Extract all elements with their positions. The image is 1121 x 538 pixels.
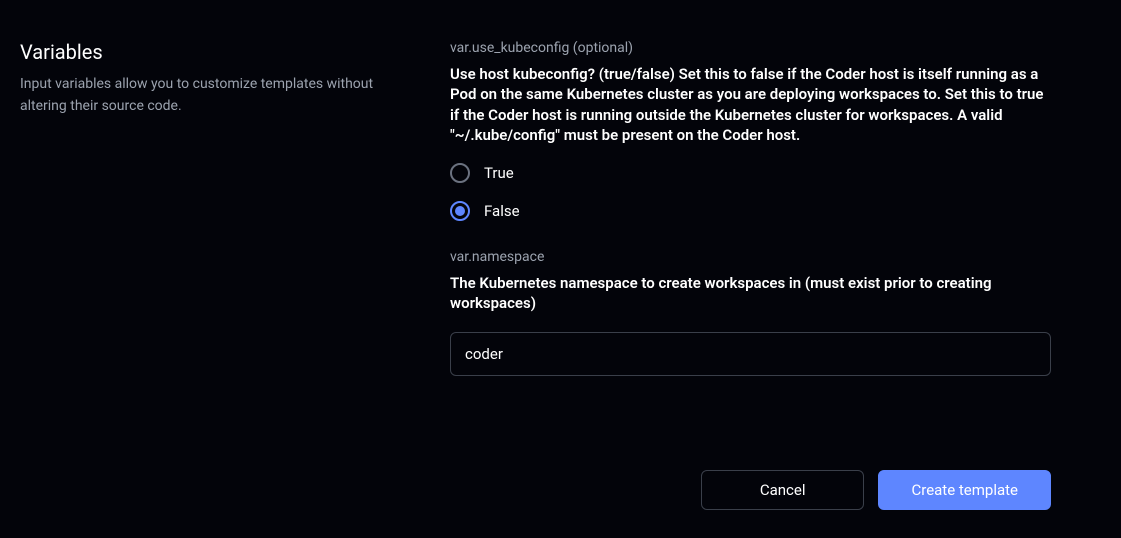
radio-label-true: True [484, 164, 514, 182]
radio-inner-dot [455, 206, 465, 216]
variable-use-kubeconfig: var.use_kubeconfig (optional) Use host k… [450, 40, 1051, 221]
radio-icon-selected [450, 201, 470, 221]
variable-description: The Kubernetes namespace to create works… [450, 273, 1051, 314]
form-content: var.use_kubeconfig (optional) Use host k… [450, 40, 1101, 404]
radio-label-false: False [484, 202, 520, 220]
radio-group-use-kubeconfig: True False [450, 163, 1051, 221]
create-template-button[interactable]: Create template [878, 470, 1051, 510]
variable-description: Use host kubeconfig? (true/false) Set th… [450, 64, 1051, 145]
radio-option-true[interactable]: True [450, 163, 1051, 183]
variable-name: var.namespace [450, 249, 1051, 265]
cancel-button[interactable]: Cancel [701, 470, 865, 510]
radio-icon [450, 163, 470, 183]
namespace-input[interactable] [450, 332, 1051, 376]
section-title: Variables [20, 40, 400, 64]
variables-sidebar: Variables Input variables allow you to c… [20, 40, 400, 404]
variable-name: var.use_kubeconfig (optional) [450, 40, 1051, 56]
radio-option-false[interactable]: False [450, 201, 1051, 221]
variable-namespace: var.namespace The Kubernetes namespace t… [450, 249, 1051, 376]
section-description: Input variables allow you to customize t… [20, 74, 400, 117]
footer-actions: Cancel Create template [701, 470, 1051, 510]
